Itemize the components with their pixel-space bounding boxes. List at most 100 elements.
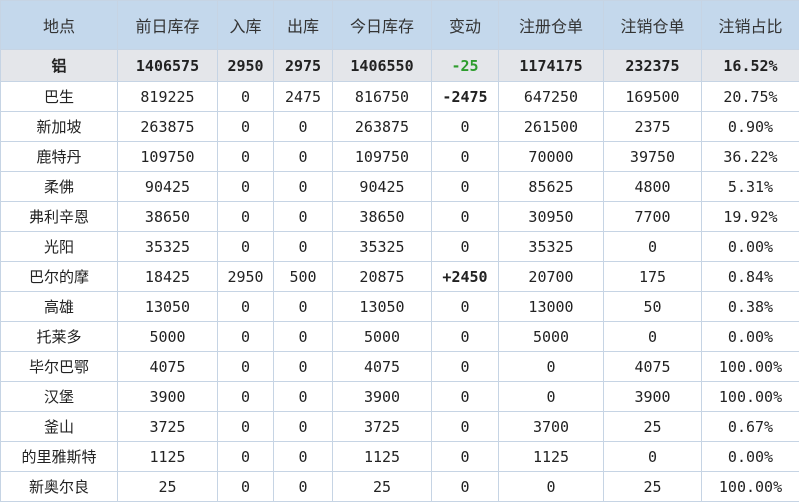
cell-change: 0 [432,472,499,502]
header-today-stock: 今日库存 [333,1,432,50]
cell-prev-stock: 3900 [118,382,218,412]
cell-registered: 13000 [499,292,604,322]
header-location: 地点 [1,1,118,50]
table-row: 的里雅斯特11250011250112500.00% [1,442,799,472]
cell-prev-stock: 819225 [118,82,218,112]
cell-location: 鹿特丹 [1,142,118,172]
cell-location: 新加坡 [1,112,118,142]
cell-today-stock: 90425 [333,172,432,202]
cell-out: 0 [274,382,333,412]
cell-out: 0 [274,322,333,352]
cell-cancel-ratio: 100.00% [702,382,799,412]
cell-in: 2950 [218,262,274,292]
cell-cancelled: 0 [604,442,702,472]
cell-change: 0 [432,112,499,142]
cell-location: 托莱多 [1,322,118,352]
cell-registered: 261500 [499,112,604,142]
cell-today-stock: 5000 [333,322,432,352]
total-in: 2950 [218,50,274,82]
cell-cancel-ratio: 0.00% [702,442,799,472]
cell-today-stock: 13050 [333,292,432,322]
table-row: 新加坡26387500263875026150023750.90% [1,112,799,142]
cell-in: 0 [218,82,274,112]
cell-today-stock: 263875 [333,112,432,142]
cell-change: +2450 [432,262,499,292]
cell-today-stock: 109750 [333,142,432,172]
total-cancel-ratio: 16.52% [702,50,799,82]
cell-location: 釜山 [1,412,118,442]
cell-out: 0 [274,142,333,172]
table-row: 弗利辛恩386500038650030950770019.92% [1,202,799,232]
cell-today-stock: 1125 [333,442,432,472]
table-row: 托莱多50000050000500000.00% [1,322,799,352]
cell-cancel-ratio: 100.00% [702,472,799,502]
cell-in: 0 [218,292,274,322]
cell-in: 0 [218,472,274,502]
cell-registered: 0 [499,352,604,382]
cell-today-stock: 25 [333,472,432,502]
cell-out: 2475 [274,82,333,112]
cell-location: 弗利辛恩 [1,202,118,232]
total-today-stock: 1406550 [333,50,432,82]
cell-location: 汉堡 [1,382,118,412]
header-cancel-ratio: 注销占比 [702,1,799,50]
cell-cancelled: 0 [604,232,702,262]
cell-registered: 70000 [499,142,604,172]
total-change: -25 [432,50,499,82]
cell-cancel-ratio: 100.00% [702,352,799,382]
cell-cancelled: 7700 [604,202,702,232]
cell-registered: 30950 [499,202,604,232]
table-row: 柔佛90425009042508562548005.31% [1,172,799,202]
cell-change: 0 [432,172,499,202]
cell-cancel-ratio: 0.00% [702,232,799,262]
cell-out: 0 [274,172,333,202]
cell-cancelled: 50 [604,292,702,322]
cell-registered: 85625 [499,172,604,202]
total-registered: 1174175 [499,50,604,82]
table-row: 巴生81922502475816750-247564725016950020.7… [1,82,799,112]
cell-prev-stock: 38650 [118,202,218,232]
cell-in: 0 [218,232,274,262]
cell-in: 0 [218,322,274,352]
table-row: 汉堡3900003900003900100.00% [1,382,799,412]
cell-cancelled: 169500 [604,82,702,112]
cell-location: 巴生 [1,82,118,112]
cell-in: 0 [218,112,274,142]
total-cancelled: 232375 [604,50,702,82]
cell-cancelled: 25 [604,412,702,442]
cell-today-stock: 816750 [333,82,432,112]
cell-cancelled: 25 [604,472,702,502]
cell-cancel-ratio: 0.90% [702,112,799,142]
cell-cancelled: 4800 [604,172,702,202]
cell-today-stock: 4075 [333,352,432,382]
header-out: 出库 [274,1,333,50]
cell-in: 0 [218,382,274,412]
cell-in: 0 [218,442,274,472]
cell-registered: 0 [499,382,604,412]
cell-out: 0 [274,472,333,502]
cell-in: 0 [218,352,274,382]
cell-change: 0 [432,442,499,472]
cell-cancel-ratio: 0.38% [702,292,799,322]
cell-cancelled: 0 [604,322,702,352]
cell-prev-stock: 3725 [118,412,218,442]
cell-cancelled: 4075 [604,352,702,382]
table-row: 鹿特丹109750001097500700003975036.22% [1,142,799,172]
cell-cancel-ratio: 0.84% [702,262,799,292]
total-prev-stock: 1406575 [118,50,218,82]
cell-prev-stock: 5000 [118,322,218,352]
cell-prev-stock: 4075 [118,352,218,382]
table-row: 巴尔的摩18425295050020875+2450207001750.84% [1,262,799,292]
cell-location: 巴尔的摩 [1,262,118,292]
cell-prev-stock: 1125 [118,442,218,472]
cell-change: -2475 [432,82,499,112]
cell-prev-stock: 90425 [118,172,218,202]
cell-prev-stock: 263875 [118,112,218,142]
cell-today-stock: 3900 [333,382,432,412]
cell-today-stock: 38650 [333,202,432,232]
cell-in: 0 [218,172,274,202]
cell-cancel-ratio: 19.92% [702,202,799,232]
cell-cancelled: 3900 [604,382,702,412]
cell-location: 柔佛 [1,172,118,202]
cell-out: 0 [274,442,333,472]
